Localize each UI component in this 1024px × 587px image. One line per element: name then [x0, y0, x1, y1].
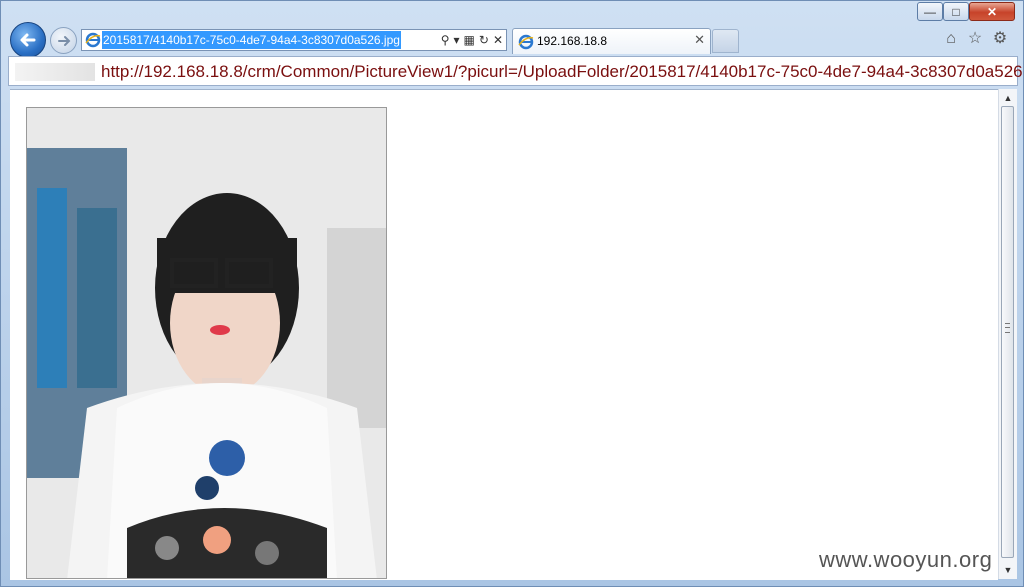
refresh-icon[interactable]: ↻: [479, 33, 489, 47]
window-close-button[interactable]: ✕: [969, 2, 1015, 21]
vertical-scrollbar[interactable]: ▲ ▼: [998, 89, 1017, 579]
scroll-down-icon[interactable]: ▼: [1001, 563, 1015, 577]
scroll-thumb[interactable]: [1001, 106, 1014, 558]
back-arrow-icon: [20, 33, 36, 47]
ie-logo-icon: [518, 34, 534, 50]
forward-arrow-icon: [57, 35, 70, 46]
maximize-button[interactable]: □: [943, 2, 969, 21]
new-tab-button[interactable]: [712, 29, 739, 53]
url-display-bar: http://192.168.18.8/crm/Common/PictureVi…: [8, 56, 1024, 86]
minimize-icon: —: [924, 4, 936, 19]
tab-title: 192.168.18.8: [537, 34, 608, 48]
watermark: www.wooyun.org: [819, 547, 993, 572]
compat-view-icon[interactable]: ▦: [464, 33, 475, 47]
settings-gear-icon[interactable]: ⚙: [992, 31, 1008, 47]
portrait-image: [27, 108, 386, 578]
stop-icon[interactable]: ✕: [493, 33, 503, 47]
page-content: [10, 89, 998, 580]
minimize-button[interactable]: —: [917, 2, 943, 21]
tab-active[interactable]: 192.168.18.8 ✕: [512, 28, 711, 54]
address-text[interactable]: 2015817/4140b17c-75c0-4de7-94a4-3c8307d0…: [102, 31, 401, 49]
scroll-up-icon[interactable]: ▲: [1001, 91, 1015, 105]
favorites-star-icon[interactable]: ☆: [967, 31, 983, 47]
viewed-picture: [26, 107, 387, 579]
url-text: http://192.168.18.8/crm/Common/PictureVi…: [101, 62, 1024, 81]
address-tools: ⚲ ▾ ▦ ↻ ✕: [441, 31, 503, 49]
search-icon[interactable]: ⚲: [441, 33, 450, 47]
home-icon[interactable]: ⌂: [943, 31, 959, 47]
window-close-icon: ✕: [986, 4, 998, 19]
back-button[interactable]: [10, 22, 46, 58]
address-bar[interactable]: 2015817/4140b17c-75c0-4de7-94a4-3c8307d0…: [81, 29, 507, 51]
tab-close-icon[interactable]: ✕: [694, 32, 705, 48]
browser-window: — □ ✕ 2015817/4140b17c-75c0-4de7-94a4-3c…: [0, 0, 1024, 587]
dropdown-icon[interactable]: ▾: [454, 33, 460, 47]
maximize-icon: □: [952, 4, 960, 19]
url-redaction: [15, 63, 95, 81]
grip-icon: [1005, 323, 1010, 333]
forward-button[interactable]: [50, 27, 77, 54]
ie-logo-icon: [85, 32, 101, 48]
